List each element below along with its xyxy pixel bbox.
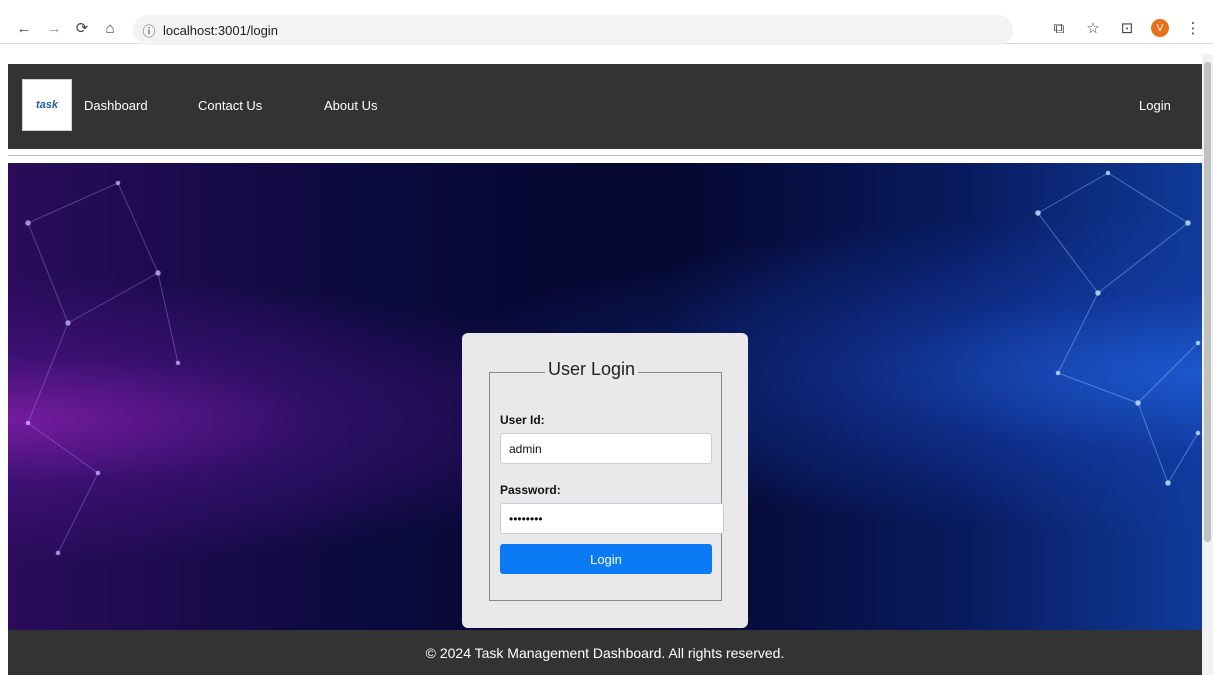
footer-copyright: © 2024 Task Management Dashboard. All ri… xyxy=(425,644,785,661)
nav-link-login[interactable]: Login xyxy=(1139,98,1171,113)
browser-actions: ⧉ ☆ ⊡ V ⋮ xyxy=(1049,18,1203,38)
logo-text: task xyxy=(35,99,59,111)
password-label: Password: xyxy=(500,483,561,497)
browser-toolbar: ← → ⟳ ⌂ ⓘ localhost:3001/login ⧉ ☆ ⊡ V ⋮ xyxy=(0,0,1213,45)
cast-icon[interactable]: ⧉ xyxy=(1049,18,1069,38)
password-input[interactable]: •••••••• xyxy=(500,503,724,534)
home-icon[interactable]: ⌂ xyxy=(98,16,122,40)
avatar[interactable]: V xyxy=(1151,19,1169,37)
user-id-input[interactable]: admin xyxy=(500,433,712,464)
extensions-icon[interactable]: ⊡ xyxy=(1117,18,1137,38)
star-icon[interactable]: ☆ xyxy=(1083,18,1103,38)
user-id-label: User Id: xyxy=(500,413,545,427)
url-text: localhost:3001/login xyxy=(163,22,278,38)
reload-icon[interactable]: ⟳ xyxy=(70,16,94,40)
header-divider xyxy=(8,155,1202,156)
login-title: User Login xyxy=(545,359,639,380)
page-footer: © 2024 Task Management Dashboard. All ri… xyxy=(8,630,1202,675)
nav-link-contact-us[interactable]: Contact Us xyxy=(198,98,262,113)
login-fieldset: User Login User Id: admin Password: ••••… xyxy=(489,359,724,601)
top-navbar: task Dashboard Contact Us About Us Login xyxy=(8,64,1202,149)
login-card: User Login User Id: admin Password: ••••… xyxy=(462,333,748,628)
page-scrollbar[interactable] xyxy=(1202,54,1213,675)
scrollbar-thumb[interactable] xyxy=(1204,62,1211,542)
forward-arrow-icon[interactable]: → xyxy=(42,16,66,40)
address-bar[interactable]: ⓘ localhost:3001/login xyxy=(133,15,1013,45)
nav-link-about-us[interactable]: About Us xyxy=(324,98,377,113)
logo[interactable]: task xyxy=(22,79,72,131)
back-arrow-icon[interactable]: ← xyxy=(12,16,36,40)
app-page: task Dashboard Contact Us About Us Login xyxy=(8,58,1202,675)
menu-dots-icon[interactable]: ⋮ xyxy=(1183,18,1203,38)
info-icon[interactable]: ⓘ xyxy=(137,18,161,42)
nav-link-dashboard[interactable]: Dashboard xyxy=(84,98,148,113)
login-button[interactable]: Login xyxy=(500,544,712,574)
